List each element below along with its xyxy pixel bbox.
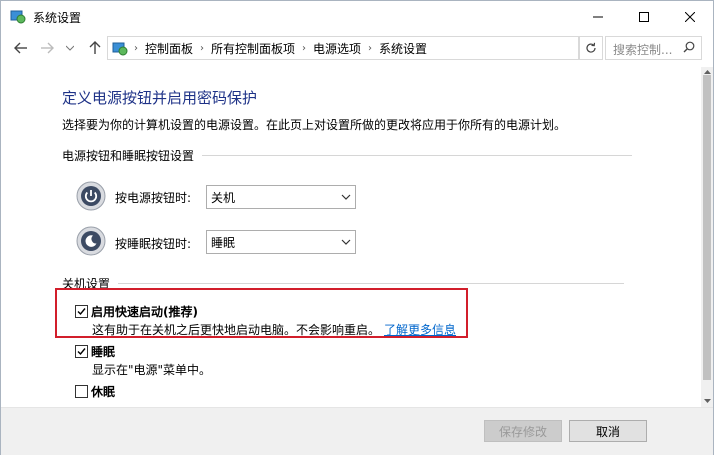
arrow-right-icon [41,42,54,54]
power-button-label: 按电源按钮时: [115,191,192,205]
control-panel-icon [111,39,129,57]
sleep-button-action-select[interactable]: 睡眠 [206,230,356,254]
arrow-left-icon [14,42,27,54]
breadcrumb-separator-icon: › [134,43,138,54]
cancel-button[interactable]: 取消 [569,420,647,442]
breadcrumb: › 控制面板 › 所有控制面板项 › 电源选项 › 系统设置 [132,40,427,57]
sleep-button-icon [76,226,106,256]
sleep-description: 显示在"电源"菜单中。 [92,363,212,377]
chevron-up-icon [703,69,711,74]
maximize-button[interactable] [621,1,667,32]
sleep-checkbox[interactable] [75,345,88,358]
breadcrumb-separator-icon[interactable]: › [302,43,306,54]
forward-button[interactable] [37,38,57,58]
page-title: 定义电源按钮并启用密码保护 [62,89,258,107]
chevron-down-icon [66,45,74,51]
power-button-icon [76,181,106,211]
page-description: 选择要为你的计算机设置的电源设置。在此页上对设置所做的更改将应用于你所有的电源计… [62,118,567,132]
hibernate-checkbox[interactable] [75,385,88,398]
search-input[interactable]: 搜索控制... [613,41,672,58]
breadcrumb-item[interactable]: 控制面板 [145,40,193,57]
refresh-button[interactable] [579,36,603,60]
chevron-down-icon [341,236,351,250]
up-button[interactable] [85,38,105,58]
breadcrumb-item[interactable]: 所有控制面板项 [211,40,295,57]
hibernate-label[interactable]: 休眠 [91,383,115,400]
save-changes-button[interactable]: 保存修改 [484,420,562,442]
breadcrumb-separator-icon[interactable]: › [200,43,204,54]
arrow-up-icon [89,41,101,54]
minimize-icon [593,16,603,17]
select-value: 关机 [211,191,236,205]
control-panel-icon [10,8,26,24]
breadcrumb-item[interactable]: 系统设置 [379,40,427,57]
chevron-down-icon [703,398,711,403]
breadcrumb-separator-icon[interactable]: › [368,43,372,54]
content-area: 定义电源按钮并启用密码保护 选择要为你的计算机设置的电源设置。在此页上对设置所做… [1,67,701,407]
search-box[interactable]: 搜索控制... [605,36,702,60]
close-button[interactable] [667,1,713,32]
scroll-up-button[interactable] [701,67,713,75]
sleep-button-label: 按睡眠按钮时: [115,237,192,251]
power-button-action-select[interactable]: 关机 [206,185,356,209]
minimize-button[interactable] [575,1,621,32]
breadcrumb-item[interactable]: 电源选项 [313,40,361,57]
select-value: 睡眠 [211,236,236,250]
title-bar: 系统设置 [1,1,713,32]
scrollbar[interactable] [701,67,713,407]
scroll-down-button[interactable] [701,397,713,405]
sleep-label[interactable]: 睡眠 [91,343,115,360]
maximize-icon [639,11,649,22]
power-buttons-section: 电源按钮和睡眠按钮设置 [62,147,633,164]
search-icon[interactable] [683,41,695,56]
back-button[interactable] [11,38,31,58]
system-settings-window: 系统设置 › 控制面板 › 所有控制面板项 › 电源选项 › 系统设置 搜索控制… [0,0,714,455]
refresh-icon [586,42,596,53]
address-bar[interactable]: › 控制面板 › 所有控制面板项 › 电源选项 › 系统设置 [107,36,677,60]
close-icon [685,11,695,22]
section-divider [118,283,625,284]
checkmark-icon [77,348,86,356]
section-title: 电源按钮和睡眠按钮设置 [62,149,195,163]
section-divider [202,155,633,156]
button-bar: 保存修改 取消 [1,407,713,455]
scrollbar-thumb[interactable] [703,75,711,380]
window-title: 系统设置 [33,11,82,25]
highlight-box [55,288,468,338]
recent-locations-button[interactable] [63,38,77,58]
chevron-down-icon [341,191,351,205]
